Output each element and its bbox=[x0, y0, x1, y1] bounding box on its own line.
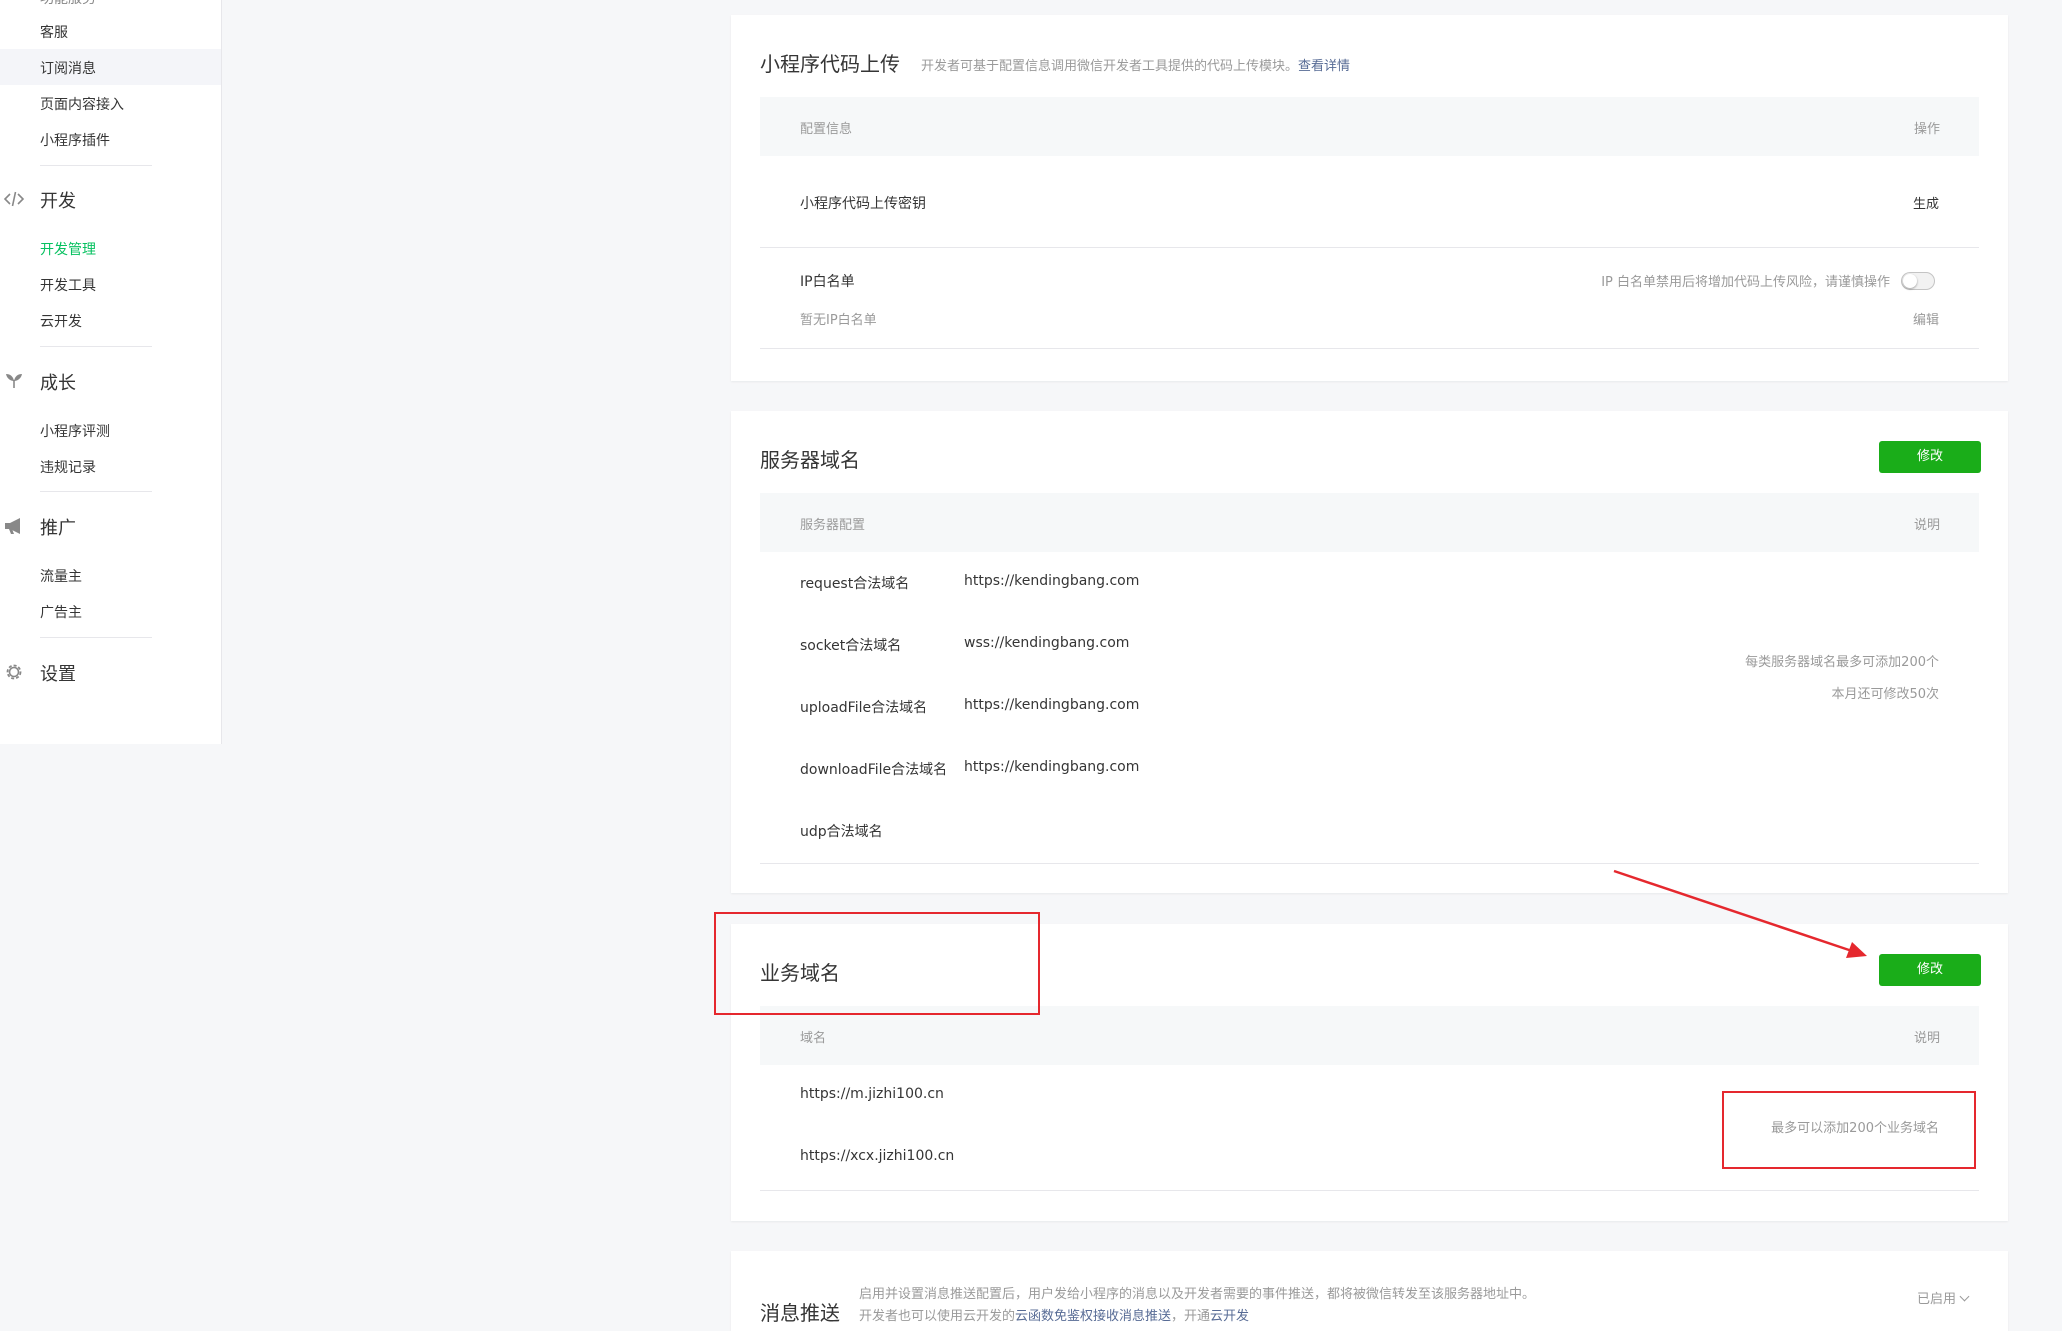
udp-domain-label: udp合法域名 bbox=[800, 824, 883, 840]
sidebar-group-growth[interactable]: 成长 bbox=[0, 366, 221, 396]
server-domain-card: 服务器域名 修改 服务器配置 说明 request合法域名 https://ke… bbox=[731, 411, 2008, 893]
divider bbox=[760, 863, 1979, 864]
sidebar-group-growth-label: 成长 bbox=[40, 373, 76, 394]
server-domain-note-limit: 每类服务器域名最多可添加200个 bbox=[1745, 655, 1939, 670]
col-config-info: 配置信息 bbox=[800, 122, 853, 137]
code-upload-desc-text: 开发者可基于配置信息调用微信开发者工具提供的代码上传模块。 bbox=[921, 59, 1299, 74]
sidebar-item-traffic-owner[interactable]: 流量主 bbox=[40, 566, 82, 586]
business-domain-card: 业务域名 修改 域名 说明 https://m.jizhi100.cn http… bbox=[731, 924, 2008, 1221]
code-upload-desc: 开发者可基于配置信息调用微信开发者工具提供的代码上传模块。查看详情 bbox=[921, 55, 1350, 74]
chevron-down-icon bbox=[1959, 1291, 1970, 1302]
sidebar-divider bbox=[40, 637, 152, 638]
divider bbox=[760, 348, 1979, 349]
megaphone-icon bbox=[5, 518, 20, 534]
ip-whitelist-edit[interactable]: 编辑 bbox=[1913, 309, 1939, 328]
sidebar-item-cloud-dev[interactable]: 云开发 bbox=[40, 311, 82, 331]
socket-domain-value: wss://kendingbang.com bbox=[964, 635, 1130, 651]
col-domain: 域名 bbox=[800, 1031, 827, 1046]
sidebar-group-dev[interactable]: 开发 bbox=[0, 184, 221, 214]
sidebar-item-cut[interactable]: 功能服务 bbox=[40, 0, 96, 8]
sidebar-group-dev-label: 开发 bbox=[40, 191, 76, 212]
message-push-desc-2: 开发者也可以使用云开发的云函数免鉴权接收消息推送，开通云开发 bbox=[859, 1305, 1249, 1324]
server-domain-modify-button[interactable]: 修改 bbox=[1879, 441, 1981, 473]
business-table-header: 域名 说明 bbox=[760, 1006, 1979, 1065]
sidebar-item-violations[interactable]: 违规记录 bbox=[40, 457, 96, 477]
ip-whitelist-hint: IP 白名单禁用后将增加代码上传风险，请谨慎操作 bbox=[1601, 275, 1890, 290]
sidebar-item-dev-tools[interactable]: 开发工具 bbox=[40, 275, 96, 295]
sidebar-divider bbox=[40, 165, 152, 166]
col-note: 说明 bbox=[1913, 1031, 1940, 1046]
sidebar-item-dev-manage[interactable]: 开发管理 bbox=[40, 239, 96, 259]
server-table-header: 服务器配置 说明 bbox=[760, 493, 1979, 552]
view-details-link[interactable]: 查看详情 bbox=[1298, 59, 1350, 74]
sidebar-item-advertiser[interactable]: 广告主 bbox=[40, 602, 82, 622]
server-domain-note-remaining: 本月还可修改50次 bbox=[1831, 687, 1939, 702]
business-domain-modify-button[interactable]: 修改 bbox=[1879, 954, 1981, 986]
sidebar-group-settings[interactable]: 设置 bbox=[0, 657, 221, 687]
socket-domain-label: socket合法域名 bbox=[800, 638, 902, 654]
sidebar-item-page-content[interactable]: 页面内容接入 bbox=[40, 94, 124, 114]
sidebar-item-plugin[interactable]: 小程序插件 bbox=[40, 130, 110, 150]
message-push-desc-1: 启用并设置消息推送配置后，用户发给小程序的消息以及开发者需要的事件推送，都将被微… bbox=[859, 1287, 1536, 1302]
message-push-card: 消息推送 启用并设置消息推送配置后，用户发给小程序的消息以及开发者需要的事件推送… bbox=[731, 1251, 2008, 1331]
sidebar-group-promo-label: 推广 bbox=[40, 518, 76, 539]
sidebar-item-evaluation[interactable]: 小程序评测 bbox=[40, 421, 110, 441]
upload-domain-label: uploadFile合法域名 bbox=[800, 700, 928, 716]
upload-table-header: 配置信息 操作 bbox=[760, 97, 1979, 156]
ip-whitelist-empty: 暂无IP白名单 bbox=[800, 313, 877, 328]
gear-icon bbox=[6, 664, 22, 680]
request-domain-value: https://kendingbang.com bbox=[964, 573, 1140, 589]
business-domain-note: 最多可以添加200个业务域名 bbox=[1771, 1121, 1939, 1136]
divider bbox=[760, 247, 1979, 248]
upload-key-label: 小程序代码上传密钥 bbox=[800, 196, 926, 212]
generate-key-link[interactable]: 生成 bbox=[1913, 193, 1939, 212]
toggle-knob bbox=[1903, 274, 1917, 288]
ip-whitelist-toggle[interactable] bbox=[1901, 272, 1935, 290]
code-upload-card: 小程序代码上传 开发者可基于配置信息调用微信开发者工具提供的代码上传模块。查看详… bbox=[731, 15, 2008, 381]
sidebar-divider bbox=[40, 491, 152, 492]
message-push-status[interactable]: 已启用 bbox=[1916, 1288, 1970, 1307]
sidebar-item-customer-service[interactable]: 客服 bbox=[40, 22, 68, 42]
sidebar-item-highlight bbox=[0, 49, 221, 85]
upload-domain-value: https://kendingbang.com bbox=[964, 697, 1140, 713]
download-domain-value: https://kendingbang.com bbox=[964, 759, 1140, 775]
sidebar: 功能服务 客服 订阅消息 页面内容接入 小程序插件 开发 开发管理 开发工具 云… bbox=[0, 0, 222, 744]
download-domain-label: downloadFile合法域名 bbox=[800, 762, 948, 778]
sidebar-group-promo[interactable]: 推广 bbox=[0, 511, 221, 541]
sprout-icon bbox=[6, 374, 22, 388]
server-domain-title: 服务器域名 bbox=[760, 448, 860, 472]
col-action: 操作 bbox=[1913, 122, 1940, 137]
sidebar-group-settings-label: 设置 bbox=[40, 664, 76, 685]
message-push-status-label: 已启用 bbox=[1916, 1292, 1956, 1307]
business-domain-title: 业务域名 bbox=[760, 961, 840, 985]
business-domain-item: https://m.jizhi100.cn bbox=[800, 1086, 944, 1102]
sidebar-divider bbox=[40, 346, 152, 347]
code-upload-title: 小程序代码上传 bbox=[760, 52, 900, 76]
divider bbox=[760, 1190, 1979, 1191]
ip-whitelist-label: IP白名单 bbox=[800, 274, 855, 290]
code-icon bbox=[3, 191, 25, 207]
request-domain-label: request合法域名 bbox=[800, 576, 910, 592]
business-domain-item: https://xcx.jizhi100.cn bbox=[800, 1148, 955, 1164]
col-server-config: 服务器配置 bbox=[800, 518, 866, 533]
sidebar-item-subscribe-message[interactable]: 订阅消息 bbox=[40, 58, 96, 78]
col-note: 说明 bbox=[1913, 518, 1940, 533]
